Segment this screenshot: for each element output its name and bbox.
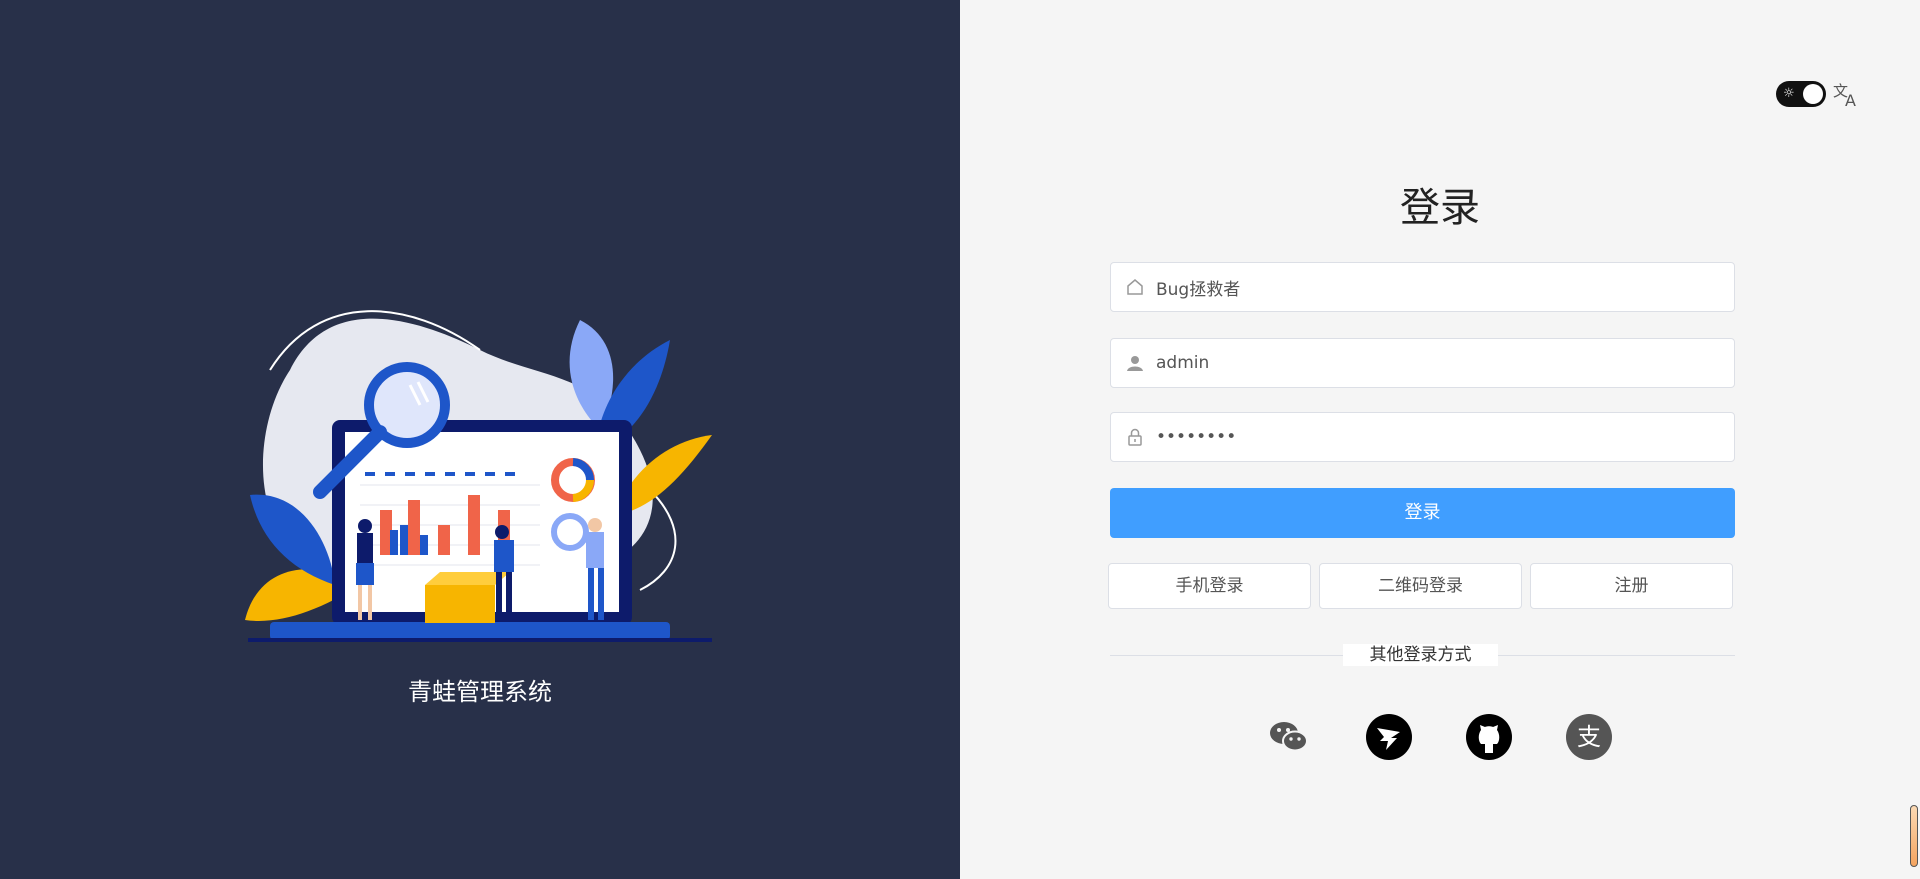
tenant-input[interactable]: [1156, 263, 1716, 311]
password-field[interactable]: [1110, 412, 1735, 462]
username-input[interactable]: [1156, 339, 1716, 387]
login-title: 登录: [1400, 185, 1480, 231]
theme-toggle[interactable]: ☼: [1776, 81, 1826, 107]
translate-icon[interactable]: 文 A: [1832, 80, 1860, 108]
svg-text:支: 支: [1577, 723, 1601, 751]
password-input[interactable]: [1156, 413, 1716, 461]
svg-text:A: A: [1845, 91, 1856, 108]
home-icon: [1127, 279, 1143, 295]
alipay-icon[interactable]: 支: [1566, 714, 1612, 760]
github-icon[interactable]: [1466, 714, 1512, 760]
username-field[interactable]: [1110, 338, 1735, 388]
user-icon: [1127, 356, 1143, 371]
wechat-icon[interactable]: [1266, 714, 1312, 760]
register-button[interactable]: 注册: [1530, 563, 1733, 609]
login-button[interactable]: 登录: [1110, 488, 1735, 538]
dashboard-illustration: [245, 310, 712, 642]
sun-icon: ☼: [1783, 86, 1795, 101]
brand-panel: 青蛙管理系统: [0, 0, 960, 879]
dingtalk-icon[interactable]: [1366, 714, 1412, 760]
phone-login-button[interactable]: 手机登录: [1108, 563, 1311, 609]
other-login-methods-label: 其他登录方式: [1343, 644, 1498, 666]
qrcode-login-button[interactable]: 二维码登录: [1319, 563, 1522, 609]
lock-icon: [1128, 428, 1142, 446]
tenant-field[interactable]: [1110, 262, 1735, 312]
toggle-knob: [1803, 84, 1823, 104]
scrollbar-thumb[interactable]: [1910, 805, 1918, 867]
app-name: 青蛙管理系统: [408, 678, 552, 706]
